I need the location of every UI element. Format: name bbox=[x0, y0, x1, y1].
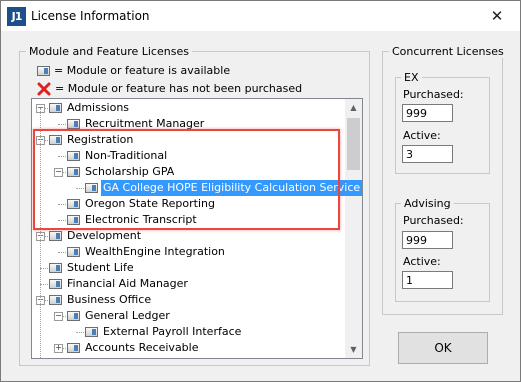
not-purchased-x-icon bbox=[37, 82, 51, 96]
ex-active-field[interactable]: 3 bbox=[402, 145, 453, 163]
advising-active-field[interactable]: 1 bbox=[402, 271, 453, 289]
module-available-icon bbox=[49, 231, 62, 241]
ex-group-label: EX bbox=[401, 71, 422, 84]
annotation-highlight-box bbox=[33, 129, 340, 230]
scroll-up-arrow-icon[interactable]: ▲ bbox=[345, 99, 362, 116]
license-information-dialog: J1 License Information ✕ Module and Feat… bbox=[0, 0, 521, 382]
module-available-icon bbox=[67, 247, 80, 257]
window-title: License Information bbox=[31, 9, 150, 23]
module-available-icon bbox=[67, 119, 80, 129]
tree-node-label[interactable]: Student Life bbox=[65, 260, 136, 276]
module-available-icon bbox=[67, 311, 80, 321]
concurrent-licenses-group-label: Concurrent Licenses bbox=[389, 45, 507, 58]
tree-node-label[interactable]: Accounts Receivable bbox=[83, 340, 201, 356]
advising-purchased-label: Purchased: bbox=[403, 214, 464, 227]
module-available-icon bbox=[49, 263, 62, 273]
tree-node-label[interactable]: Development bbox=[65, 228, 143, 244]
scroll-thumb[interactable] bbox=[347, 118, 360, 170]
legend-not-purchased: = Module or feature has not been purchas… bbox=[37, 81, 302, 97]
module-available-icon bbox=[67, 343, 80, 353]
module-available-icon bbox=[85, 327, 98, 337]
module-available-icon bbox=[49, 103, 62, 113]
close-icon: ✕ bbox=[490, 7, 504, 25]
advising-purchased-field[interactable]: 999 bbox=[402, 231, 453, 249]
expand-icon[interactable]: + bbox=[54, 344, 63, 353]
tree-node-label[interactable]: External Payroll Interface bbox=[101, 324, 243, 340]
collapse-icon[interactable]: − bbox=[54, 312, 63, 321]
tree-node-label[interactable]: Financial Aid Manager bbox=[65, 276, 190, 292]
ex-active-label: Active: bbox=[403, 129, 441, 142]
advising-group-label: Advising bbox=[401, 197, 454, 210]
legend-not-purchased-text: = Module or feature has not been purchas… bbox=[55, 82, 303, 95]
ok-button[interactable]: OK bbox=[398, 332, 488, 364]
tree-node-label[interactable]: Admissions bbox=[65, 100, 131, 116]
module-available-icon bbox=[49, 279, 62, 289]
scroll-down-arrow-icon[interactable]: ▼ bbox=[345, 341, 362, 358]
jenzabar-app-icon: J1 bbox=[7, 7, 26, 26]
close-button[interactable]: ✕ bbox=[474, 1, 520, 31]
title-bar: J1 License Information ✕ bbox=[1, 1, 520, 31]
legend-available: = Module or feature is available bbox=[37, 63, 230, 79]
advising-active-label: Active: bbox=[403, 255, 441, 268]
tree-vertical-scrollbar[interactable]: ▲ ▼ bbox=[345, 99, 362, 358]
tree-node-label[interactable]: WealthEngine Integration bbox=[83, 244, 227, 260]
module-available-icon bbox=[49, 295, 62, 305]
tree-node-label[interactable]: Business Office bbox=[65, 292, 153, 308]
legend-available-text: = Module or feature is available bbox=[54, 64, 231, 77]
module-licenses-group-label: Module and Feature Licenses bbox=[26, 45, 192, 58]
module-available-icon bbox=[37, 66, 50, 76]
ex-purchased-label: Purchased: bbox=[403, 88, 464, 101]
ex-purchased-field[interactable]: 999 bbox=[402, 104, 453, 122]
tree-node-label[interactable]: General Ledger bbox=[83, 308, 172, 324]
